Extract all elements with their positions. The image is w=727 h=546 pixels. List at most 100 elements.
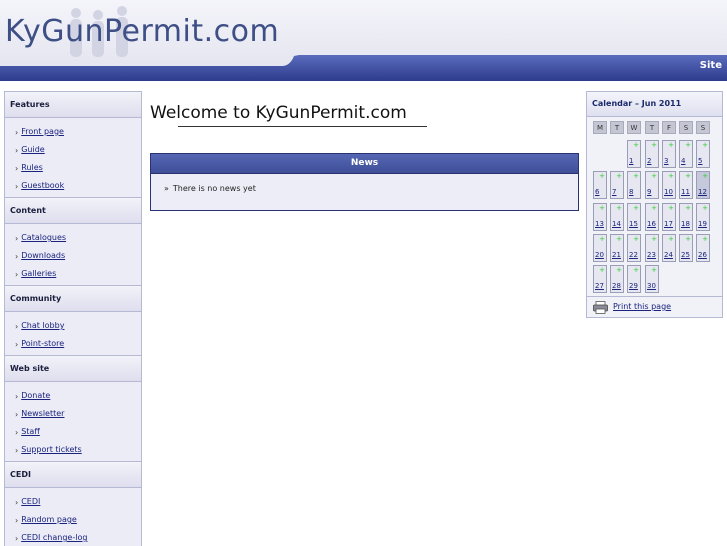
calendar-day-cell[interactable]: +19 [696,202,710,231]
add-event-icon[interactable]: + [685,141,691,149]
add-event-icon[interactable]: + [633,141,639,149]
calendar-day-number[interactable]: 23 [647,251,656,260]
calendar-day-cell[interactable]: +27 [593,265,607,294]
add-event-icon[interactable]: + [616,172,622,180]
add-event-icon[interactable]: + [616,204,622,212]
sidebar-link[interactable]: Point-store [21,339,64,348]
calendar-day-number[interactable]: 30 [647,282,656,291]
calendar-day-cell[interactable]: +22 [627,233,641,262]
add-event-icon[interactable]: + [616,235,622,243]
sidebar-link[interactable]: CEDI change-log [21,533,87,542]
calendar-day-cell[interactable]: +28 [610,265,624,294]
sidebar-link[interactable]: Galleries [21,269,56,278]
calendar-day-number[interactable]: 10 [664,188,673,197]
add-event-icon[interactable]: + [668,204,674,212]
calendar-day-number[interactable]: 27 [595,282,604,291]
add-event-icon[interactable]: + [668,172,674,180]
add-event-icon[interactable]: + [599,235,605,243]
sidebar-link[interactable]: Staff [21,427,40,436]
calendar-day-cell[interactable]: +10 [662,171,676,200]
calendar-day-number[interactable]: 14 [612,220,621,229]
add-event-icon[interactable]: + [668,141,674,149]
calendar-day-number[interactable]: 8 [629,188,633,197]
calendar-title[interactable]: Calendar – Jun 2011 [587,92,722,117]
add-event-icon[interactable]: + [702,172,708,180]
calendar-day-cell[interactable]: +1 [627,140,641,168]
calendar-day-number[interactable]: 3 [664,157,668,166]
calendar-day-number[interactable]: 25 [681,251,690,260]
calendar-day-number[interactable]: 9 [647,188,651,197]
calendar-day-number[interactable]: 15 [629,220,638,229]
calendar-day-number[interactable]: 20 [595,251,604,260]
sidebar-link[interactable]: Catalogues [21,233,66,242]
sidebar-link[interactable]: Newsletter [21,409,64,418]
calendar-day-number[interactable]: 19 [698,220,707,229]
calendar-day-cell[interactable]: +26 [696,233,710,262]
calendar-day-cell[interactable]: +20 [593,233,607,262]
calendar-day-cell[interactable]: +2 [645,140,659,168]
sidebar-link[interactable]: Downloads [21,251,65,260]
add-event-icon[interactable]: + [651,141,657,149]
calendar-day-cell[interactable]: +16 [645,202,659,231]
add-event-icon[interactable]: + [702,141,708,149]
calendar-day-cell[interactable]: +13 [593,202,607,231]
calendar-day-cell[interactable]: +18 [679,202,693,231]
calendar-day-number[interactable]: 17 [664,220,673,229]
calendar-day-cell[interactable]: +23 [645,233,659,262]
add-event-icon[interactable]: + [599,204,605,212]
calendar-day-cell[interactable]: +29 [627,265,641,294]
calendar-day-number[interactable]: 13 [595,220,604,229]
calendar-day-cell[interactable]: +7 [610,171,624,200]
calendar-day-number[interactable]: 2 [647,157,651,166]
site-title[interactable]: KyGunPermit.com [5,14,279,49]
calendar-day-cell[interactable]: +12 [696,171,710,200]
calendar-day-number[interactable]: 16 [647,220,656,229]
sidebar-link[interactable]: Chat lobby [21,321,64,330]
add-event-icon[interactable]: + [633,266,639,274]
calendar-day-cell[interactable]: +3 [662,140,676,168]
add-event-icon[interactable]: + [651,235,657,243]
calendar-day-number[interactable]: 1 [629,157,633,166]
sidebar-link[interactable]: Donate [21,391,50,400]
calendar-day-number[interactable]: 26 [698,251,707,260]
sidebar-link[interactable]: Guide [21,145,45,154]
sidebar-link[interactable]: Guestbook [21,181,64,190]
add-event-icon[interactable]: + [599,266,605,274]
calendar-day-number[interactable]: 12 [698,188,707,197]
calendar-day-number[interactable]: 5 [698,157,702,166]
add-event-icon[interactable]: + [633,204,639,212]
add-event-icon[interactable]: + [633,172,639,180]
calendar-day-cell[interactable]: +9 [645,171,659,200]
add-event-icon[interactable]: + [685,204,691,212]
add-event-icon[interactable]: + [685,235,691,243]
calendar-day-cell[interactable]: +4 [679,140,693,168]
calendar-day-cell[interactable]: +14 [610,202,624,231]
calendar-day-cell[interactable]: +6 [593,171,607,200]
calendar-day-cell[interactable]: +21 [610,233,624,262]
calendar-day-cell[interactable]: +8 [627,171,641,200]
add-event-icon[interactable]: + [651,266,657,274]
site-menu-link[interactable]: Site [700,60,722,71]
calendar-day-number[interactable]: 21 [612,251,621,260]
sidebar-link[interactable]: Rules [21,163,43,172]
add-event-icon[interactable]: + [616,266,622,274]
add-event-icon[interactable]: + [685,172,691,180]
add-event-icon[interactable]: + [599,172,605,180]
add-event-icon[interactable]: + [651,172,657,180]
sidebar-link[interactable]: Front page [21,127,64,136]
sidebar-link[interactable]: Random page [21,515,77,524]
calendar-day-number[interactable]: 24 [664,251,673,260]
calendar-day-number[interactable]: 11 [681,188,690,197]
calendar-day-cell[interactable]: +5 [696,140,710,168]
calendar-day-cell[interactable]: +25 [679,233,693,262]
add-event-icon[interactable]: + [651,204,657,212]
calendar-day-number[interactable]: 29 [629,282,638,291]
calendar-day-cell[interactable]: +24 [662,233,676,262]
printer-icon[interactable] [593,301,608,314]
calendar-day-number[interactable]: 22 [629,251,638,260]
add-event-icon[interactable]: + [702,204,708,212]
calendar-day-cell[interactable]: +11 [679,171,693,200]
sidebar-link[interactable]: Support tickets [21,445,82,454]
calendar-day-number[interactable]: 4 [681,157,685,166]
calendar-day-cell[interactable]: +17 [662,202,676,231]
